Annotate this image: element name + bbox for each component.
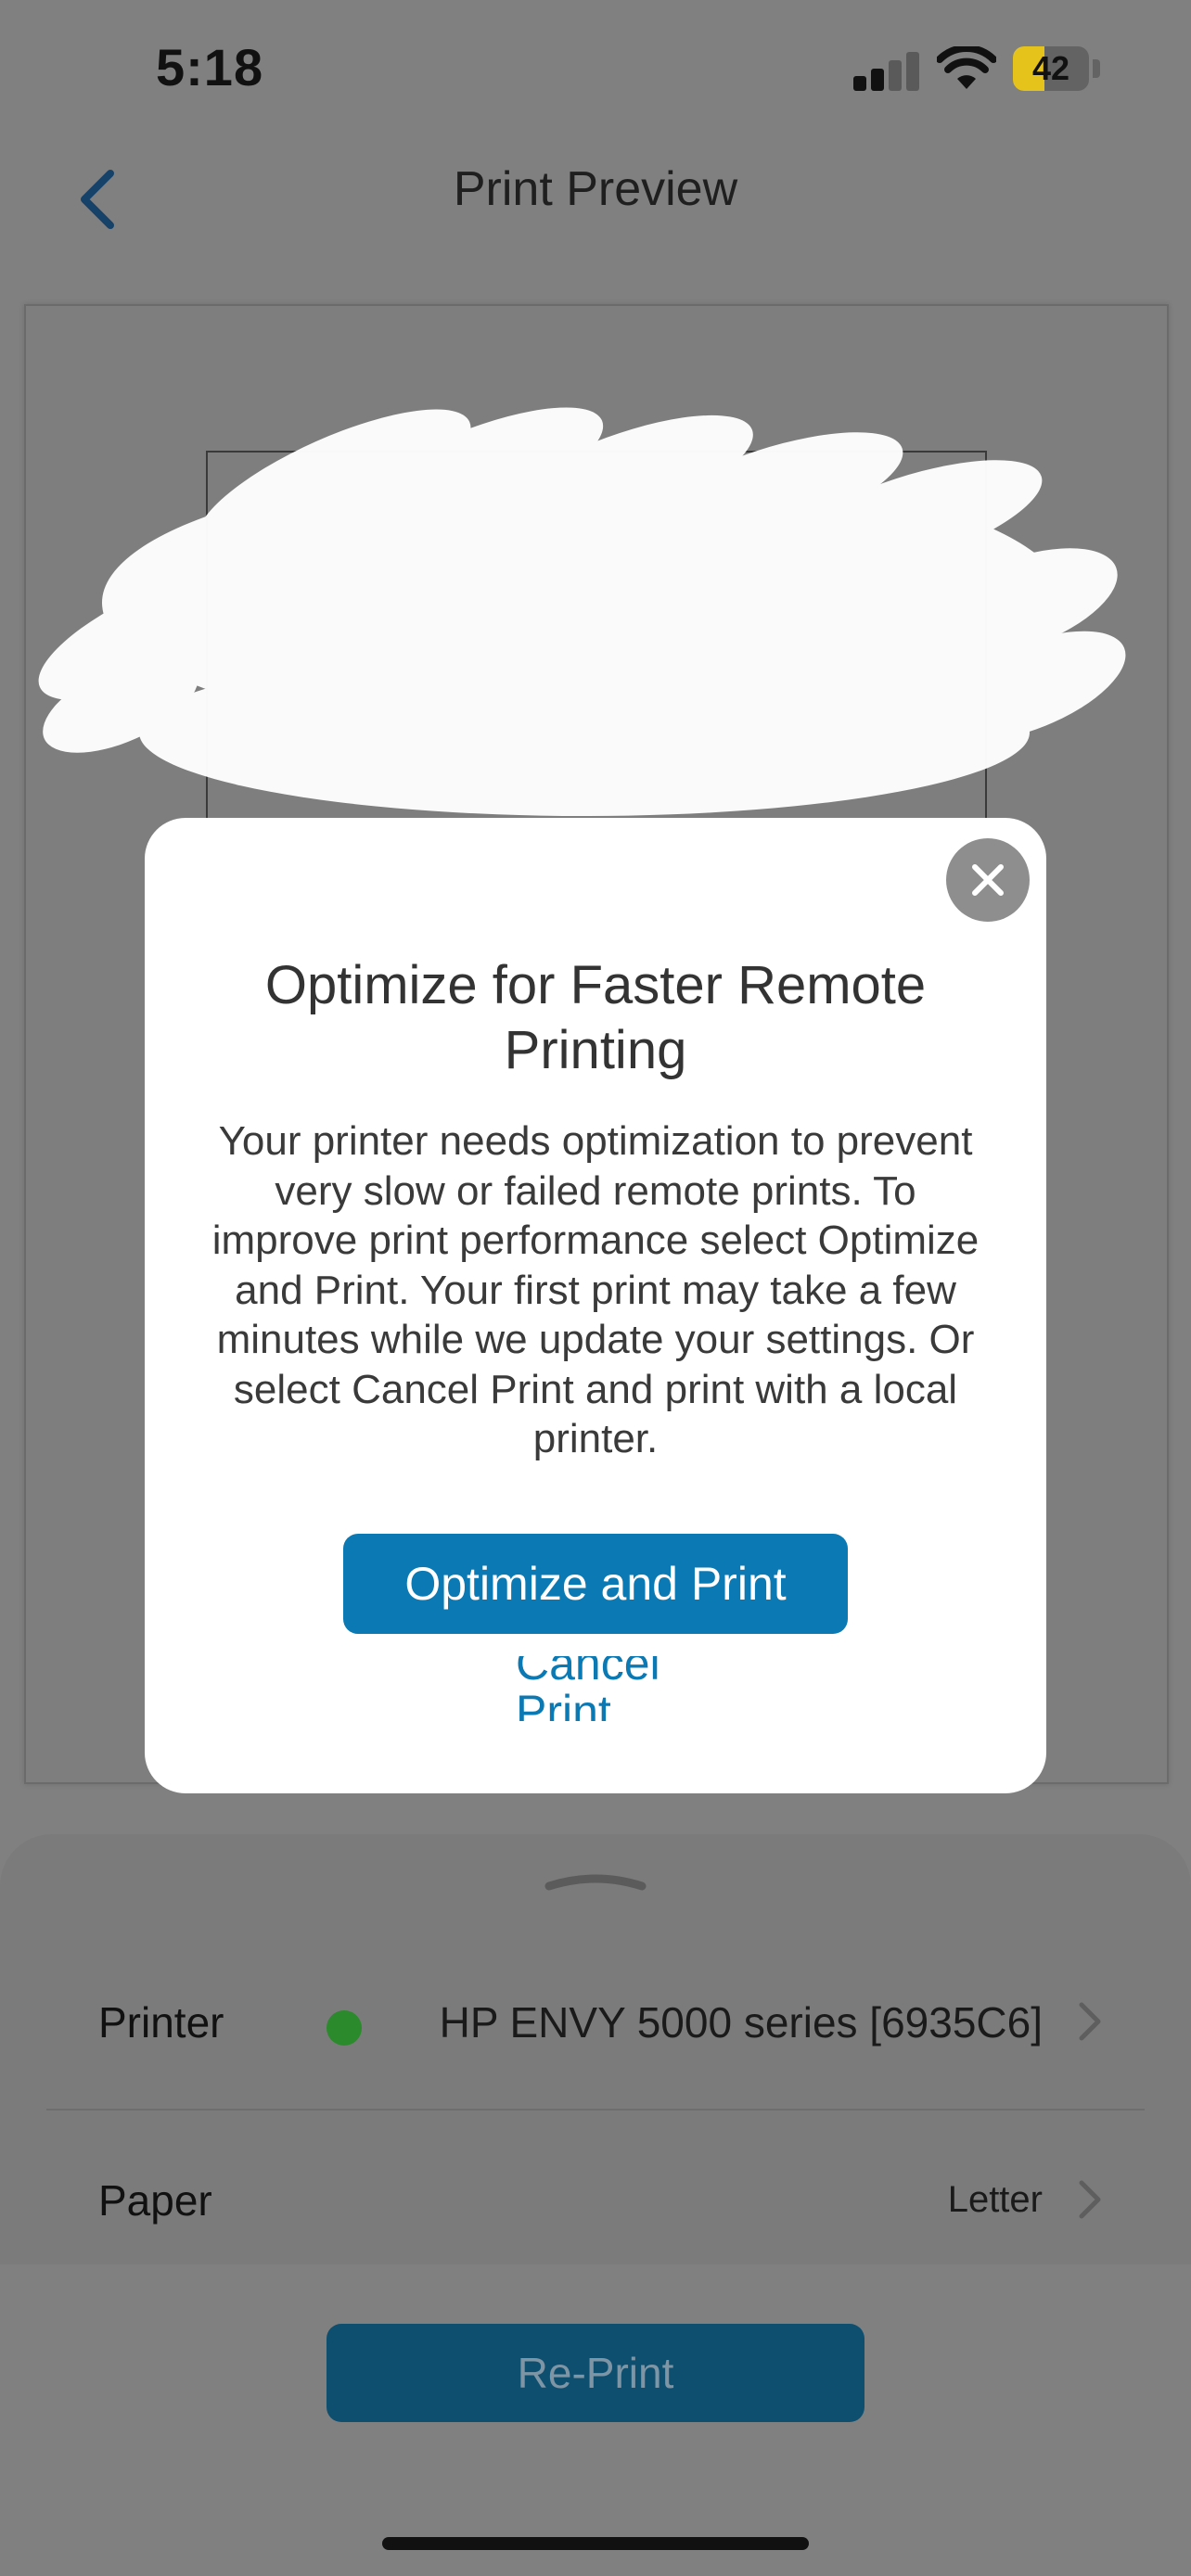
printer-row[interactable]: Printer HP ENVY 5000 series [6935C6] [46, 1951, 1145, 2090]
signal-icon [853, 50, 920, 91]
close-button[interactable] [946, 838, 1030, 922]
cancel-line-1: Cancel [516, 1656, 660, 1690]
cancel-print-button[interactable]: Cancel Print [516, 1656, 738, 1721]
home-indicator[interactable] [382, 2537, 809, 2550]
printer-status-dot [327, 2010, 362, 2046]
paper-row[interactable]: Paper Letter [46, 2129, 1145, 2268]
chevron-right-icon [1079, 2180, 1101, 2219]
wifi-icon [937, 46, 996, 89]
sheet-handle[interactable] [544, 1873, 647, 1892]
reprint-button[interactable]: Re-Print [327, 2324, 864, 2422]
redaction-scribble [38, 407, 1126, 816]
cancel-line-2: Print [516, 1686, 611, 1721]
printer-value: HP ENVY 5000 series [6935C6] [439, 1998, 1043, 2047]
row-divider [46, 2109, 1145, 2111]
paper-value: Letter [947, 2179, 1043, 2220]
optimize-and-print-button[interactable]: Optimize and Print [343, 1534, 848, 1634]
battery-icon: 42 [1013, 46, 1089, 91]
close-icon [972, 864, 1004, 896]
chevron-right-icon [1079, 2002, 1101, 2041]
status-time: 5:18 [156, 38, 264, 96]
paper-label: Paper [98, 2176, 212, 2225]
page-title: Print Preview [453, 162, 738, 216]
printer-label: Printer [98, 1998, 224, 2047]
modal-title: Optimize for Faster Remote Printing [264, 955, 927, 1080]
battery-nub [1093, 59, 1100, 78]
battery-level: 42 [1031, 49, 1070, 87]
modal-body: Your printer needs optimization to preve… [211, 1118, 980, 1461]
header: Print Preview [0, 139, 1191, 260]
status-bar: 5:18 42 [0, 0, 1191, 139]
optimize-modal: Optimize for Faster Remote Printing Your… [145, 818, 1046, 1793]
